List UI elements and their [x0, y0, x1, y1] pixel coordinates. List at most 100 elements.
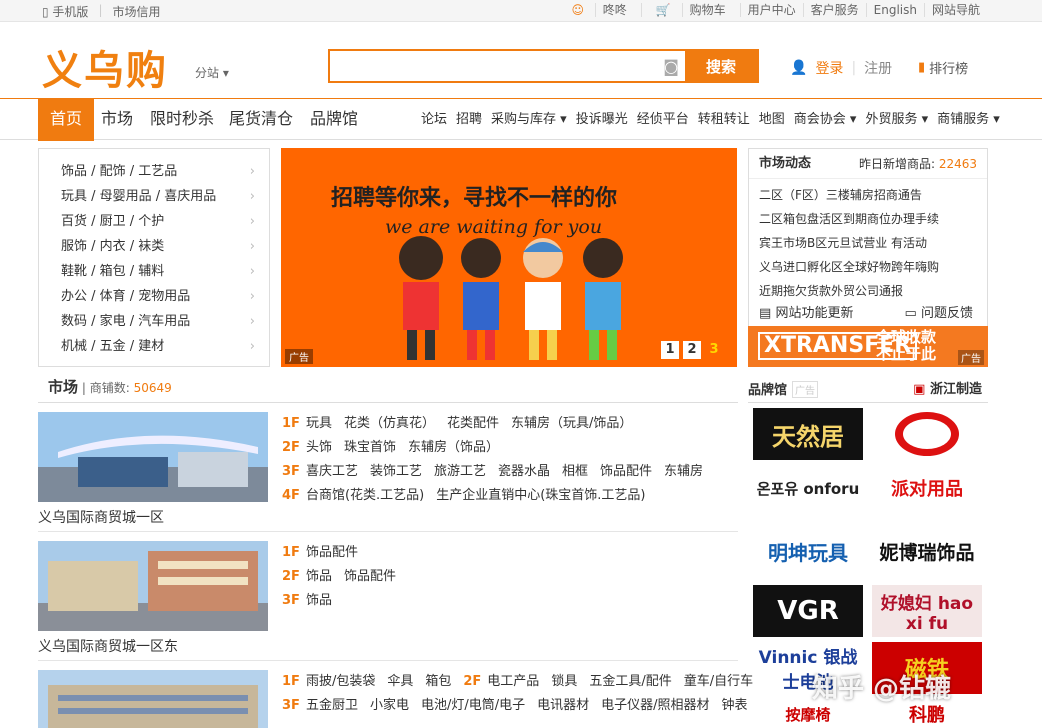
category-item[interactable]: 饰品 / 配饰 / 工艺品 ›: [39, 159, 269, 184]
english-link[interactable]: English: [865, 3, 924, 17]
market-image[interactable]: [38, 412, 268, 502]
search-input[interactable]: [330, 51, 657, 81]
floor-category[interactable]: 饰品配件: [306, 545, 358, 560]
feedback-link[interactable]: ▭ 问题反馈: [905, 302, 973, 321]
floor-category[interactable]: 生产企业直销中心(珠宝首饰.工艺品): [436, 488, 645, 503]
floor-category[interactable]: 饰品配件: [344, 569, 396, 584]
category-item[interactable]: 数码 / 家电 / 汽车用品 ›: [39, 309, 269, 334]
market-image[interactable]: [38, 670, 268, 728]
floor-category[interactable]: 珠宝首饰: [344, 440, 396, 455]
news-item[interactable]: 近期拖欠货款外贸公司通报: [749, 279, 987, 303]
category-item[interactable]: 服饰 / 内衣 / 袜类 ›: [39, 234, 269, 259]
brand-logo[interactable]: [872, 408, 982, 460]
nav-flash-sale[interactable]: 限时秒杀: [150, 99, 214, 141]
floor-category[interactable]: 饰品: [306, 593, 332, 608]
floor-category[interactable]: 玩具: [306, 416, 332, 431]
carousel-dot-2[interactable]: 2: [683, 341, 701, 359]
search-button[interactable]: 搜索: [685, 51, 757, 81]
carousel-dot-1[interactable]: 1: [661, 341, 679, 359]
nav-sublet[interactable]: 转租转让: [698, 99, 750, 141]
nav-home[interactable]: 首页: [38, 99, 95, 141]
nav-forum[interactable]: 论坛: [421, 99, 447, 141]
brand-logo[interactable]: 妮博瑞饰品: [872, 525, 982, 577]
nav-purchase[interactable]: 采购与库存 ▾: [491, 99, 567, 141]
news-item[interactable]: 宾王市场B区元旦试营业 有活动: [749, 231, 987, 255]
floor-category[interactable]: 童车/自行车: [684, 674, 753, 689]
brand-logo[interactable]: 明坤玩具: [753, 525, 863, 577]
nav-clearance[interactable]: 尾货清仓: [229, 99, 293, 141]
floor-category[interactable]: 五金工具/配件: [589, 674, 671, 689]
floor-category[interactable]: 旅游工艺: [434, 464, 486, 479]
floor-category[interactable]: 头饰: [306, 440, 332, 455]
brand-logo[interactable]: 派对用品: [872, 462, 982, 514]
floor-category[interactable]: 东辅房: [664, 464, 703, 479]
category-item[interactable]: 办公 / 体育 / 宠物用品 ›: [39, 284, 269, 309]
chat-icon: ☺: [571, 3, 584, 17]
floor-category[interactable]: 电工产品: [487, 674, 539, 689]
customer-service-link[interactable]: 客户服务: [802, 3, 866, 17]
hero-banner[interactable]: 招聘等你来，寻找不一样的你 we are waiting for you 广告 …: [281, 148, 737, 367]
site-logo[interactable]: 义乌购: [42, 38, 168, 96]
cart-link[interactable]: 🛒 购物车: [640, 3, 740, 17]
brand-logo[interactable]: VGR: [753, 585, 863, 637]
floor-category[interactable]: 电子仪器/照相器材: [601, 698, 709, 713]
nav-police[interactable]: 经侦平台: [637, 99, 689, 141]
floor-category[interactable]: 小家电: [370, 698, 409, 713]
nav-complaint[interactable]: 投诉曝光: [576, 99, 628, 141]
market-name[interactable]: 义乌国际商贸城一区东: [38, 636, 178, 656]
floor-category[interactable]: 东辅房（饰品）: [408, 440, 499, 455]
news-item[interactable]: 二区箱包盘活区到期商位办理手续: [749, 207, 987, 231]
brand-logo[interactable]: 온포유 onforu: [753, 462, 863, 514]
floor-category[interactable]: 东辅房（玩具/饰品）: [511, 416, 632, 431]
brand-logo[interactable]: 好媳妇 hao xi fu: [872, 585, 982, 637]
nav-brand[interactable]: 品牌馆: [310, 99, 358, 141]
nav-recruit[interactable]: 招聘: [456, 99, 482, 141]
floor-category[interactable]: 钟表: [722, 698, 748, 713]
floor-category[interactable]: 台商馆(花类.工艺品): [306, 488, 424, 503]
nav-market[interactable]: 市场: [101, 99, 133, 141]
mobile-link[interactable]: ▯ 手机版: [42, 3, 88, 20]
nav-trade[interactable]: 外贸服务 ▾: [865, 99, 928, 141]
rank-link[interactable]: ▮ 排行榜: [918, 58, 968, 77]
credit-link[interactable]: 市场信用: [112, 3, 160, 20]
camera-icon[interactable]: ◙: [657, 51, 685, 81]
user-center-link[interactable]: 用户中心: [739, 3, 803, 17]
floor-category[interactable]: 箱包: [425, 674, 451, 689]
carousel-dot-3[interactable]: 3: [705, 341, 723, 359]
xtransfer-ad[interactable]: XTRANSFER 全球收款 不止于此 广告: [748, 326, 988, 367]
floor-category[interactable]: 电池/灯/电筒/电子: [421, 698, 525, 713]
substation-dropdown[interactable]: 分站 ▾: [195, 64, 229, 81]
news-item[interactable]: 二区（F区）三楼辅房招商通告: [749, 183, 987, 207]
nav-shop-service[interactable]: 商铺服务 ▾: [937, 99, 1000, 141]
register-link[interactable]: 注册: [864, 58, 892, 78]
market-header: 市场 | 商铺数: 50649: [38, 375, 738, 403]
brand-logo[interactable]: 天然居: [753, 408, 863, 460]
category-item[interactable]: 百货 / 厨卫 / 个护 ›: [39, 209, 269, 234]
floor-category[interactable]: 电讯器材: [537, 698, 589, 713]
floor-category[interactable]: 瓷器水晶: [498, 464, 550, 479]
zhejiang-made-link[interactable]: ▣ 浙江制造: [913, 378, 982, 397]
floor-category[interactable]: 锁具: [551, 674, 577, 689]
update-link[interactable]: ▤ 网站功能更新: [759, 302, 853, 321]
floor-category[interactable]: 伞具: [387, 674, 413, 689]
floor-category[interactable]: 五金厨卫: [306, 698, 358, 713]
category-item[interactable]: 鞋靴 / 箱包 / 辅料 ›: [39, 259, 269, 284]
floor-category[interactable]: 花类（仿真花）: [344, 416, 435, 431]
nav-map[interactable]: 地图: [759, 99, 785, 141]
news-item[interactable]: 义乌进口孵化区全球好物跨年嗨购: [749, 255, 987, 279]
category-item[interactable]: 玩具 / 母婴用品 / 喜庆用品 ›: [39, 184, 269, 209]
floor-category[interactable]: 饰品: [306, 569, 332, 584]
dongdong-link[interactable]: ☺ 咚咚: [557, 3, 640, 17]
floor-category[interactable]: 花类配件: [447, 416, 499, 431]
login-link[interactable]: 登录: [815, 58, 843, 78]
floor-category[interactable]: 相框: [562, 464, 588, 479]
nav-chamber[interactable]: 商会协会 ▾: [794, 99, 857, 141]
floor-category[interactable]: 喜庆工艺: [306, 464, 358, 479]
floor-category[interactable]: 装饰工艺: [370, 464, 422, 479]
market-image[interactable]: [38, 541, 268, 631]
category-item[interactable]: 机械 / 五金 / 建材 ›: [39, 334, 269, 359]
floor-category[interactable]: 饰品配件: [600, 464, 652, 479]
site-nav-link[interactable]: 网站导航: [923, 3, 987, 17]
market-name[interactable]: 义乌国际商贸城一区: [38, 507, 164, 527]
floor-category[interactable]: 雨披/包装袋: [306, 674, 375, 689]
